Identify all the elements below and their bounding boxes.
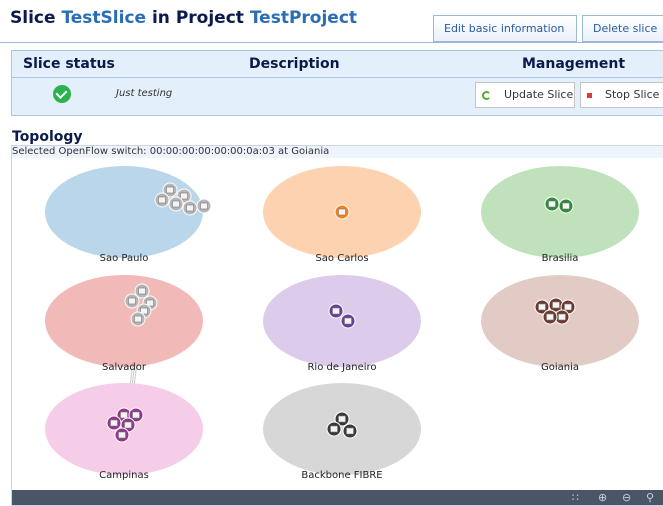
openflow-switch-icon[interactable]	[182, 200, 198, 216]
island[interactable]: Campinas	[45, 383, 203, 481]
openflow-switch-icon[interactable]	[340, 313, 356, 329]
update-slice-button[interactable]: Update Slice	[475, 82, 575, 108]
description-header: Description	[249, 56, 340, 72]
slice-name: TestSlice	[61, 8, 147, 28]
island-region[interactable]	[45, 166, 203, 258]
openflow-switch-icon[interactable]	[334, 204, 350, 220]
island[interactable]: Sao Paulo	[45, 166, 212, 264]
project-name: TestProject	[249, 8, 358, 28]
openflow-switch-icon[interactable]	[558, 198, 574, 214]
openflow-switch-icon[interactable]	[342, 423, 358, 439]
island-label: Brasilia	[542, 253, 579, 264]
topology-panel: Sao Paulo Sao Carlos Brasilia Salvador Rio d…	[11, 145, 663, 506]
title-middle: in Project	[151, 8, 244, 28]
island-label: Sao Carlos	[315, 253, 368, 264]
island-label: Backbone FIBRE	[301, 470, 382, 481]
edit-basic-information-button[interactable]: Edit basic information	[433, 15, 577, 42]
island[interactable]: Rio de Janeiro	[263, 275, 421, 373]
topology-title: Topology	[12, 129, 83, 145]
island-region[interactable]	[45, 275, 203, 367]
zoom-reset-icon[interactable]: ⚲	[646, 491, 654, 504]
topology-graph[interactable]: Sao Paulo Sao Carlos Brasilia Salvador Rio d…	[12, 146, 663, 492]
slice-status-header: Slice status	[23, 56, 115, 72]
zoom-in-icon[interactable]: ⊕	[598, 491, 607, 504]
openflow-switch-icon[interactable]	[196, 198, 212, 214]
island[interactable]: Goiania	[481, 275, 639, 373]
openflow-switch-icon[interactable]	[326, 421, 342, 437]
update-slice-label: Update Slice	[504, 88, 574, 101]
header-divider	[0, 42, 663, 43]
island-label: Salvador	[102, 362, 147, 373]
island[interactable]: Backbone FIBRE	[263, 383, 421, 481]
selected-switch-info: Selected OpenFlow switch: 00:00:00:00:00…	[12, 146, 663, 158]
check-circle-icon	[53, 85, 71, 103]
openflow-switch-icon[interactable]	[544, 196, 560, 212]
openflow-switch-icon[interactable]	[168, 196, 184, 212]
delete-slice-button[interactable]: Delete slice	[582, 15, 663, 42]
slice-status-table: Slice status Description Management Just…	[11, 50, 663, 116]
openflow-switch-icon[interactable]	[106, 415, 122, 431]
management-header: Management	[522, 56, 626, 72]
table-header-divider	[12, 77, 663, 78]
openflow-switch-icon[interactable]	[328, 303, 344, 319]
island-region[interactable]	[263, 383, 421, 475]
refresh-icon	[482, 91, 491, 100]
openflow-switch-icon[interactable]	[154, 192, 170, 208]
openflow-switch-icon[interactable]	[114, 427, 130, 443]
openflow-switch-icon[interactable]	[124, 293, 140, 309]
openflow-switch-icon[interactable]	[542, 309, 558, 325]
graph-toolbar: ∷ ⊕ ⊖ ⚲	[12, 490, 663, 505]
slice-description: Just testing	[116, 88, 173, 99]
zoom-out-icon[interactable]: ⊖	[622, 491, 631, 504]
island-label: Rio de Janeiro	[307, 362, 376, 373]
page-title: Slice TestSlice in Project TestProject	[10, 8, 357, 28]
island[interactable]: Sao Carlos	[263, 166, 421, 264]
island-label: Sao Paulo	[100, 253, 149, 264]
island-label: Goiania	[541, 362, 579, 373]
title-prefix: Slice	[10, 8, 56, 28]
stop-slice-button[interactable]: Stop Slice	[580, 82, 663, 108]
island-label: Campinas	[99, 470, 149, 481]
openflow-switch-icon[interactable]	[130, 311, 146, 327]
island[interactable]: Salvador	[45, 275, 203, 373]
island[interactable]: Brasilia	[481, 166, 639, 264]
fit-to-screen-icon[interactable]: ∷	[572, 491, 579, 504]
stop-slice-label: Stop Slice	[605, 88, 660, 101]
island-region[interactable]	[481, 166, 639, 258]
stop-icon	[587, 93, 592, 98]
